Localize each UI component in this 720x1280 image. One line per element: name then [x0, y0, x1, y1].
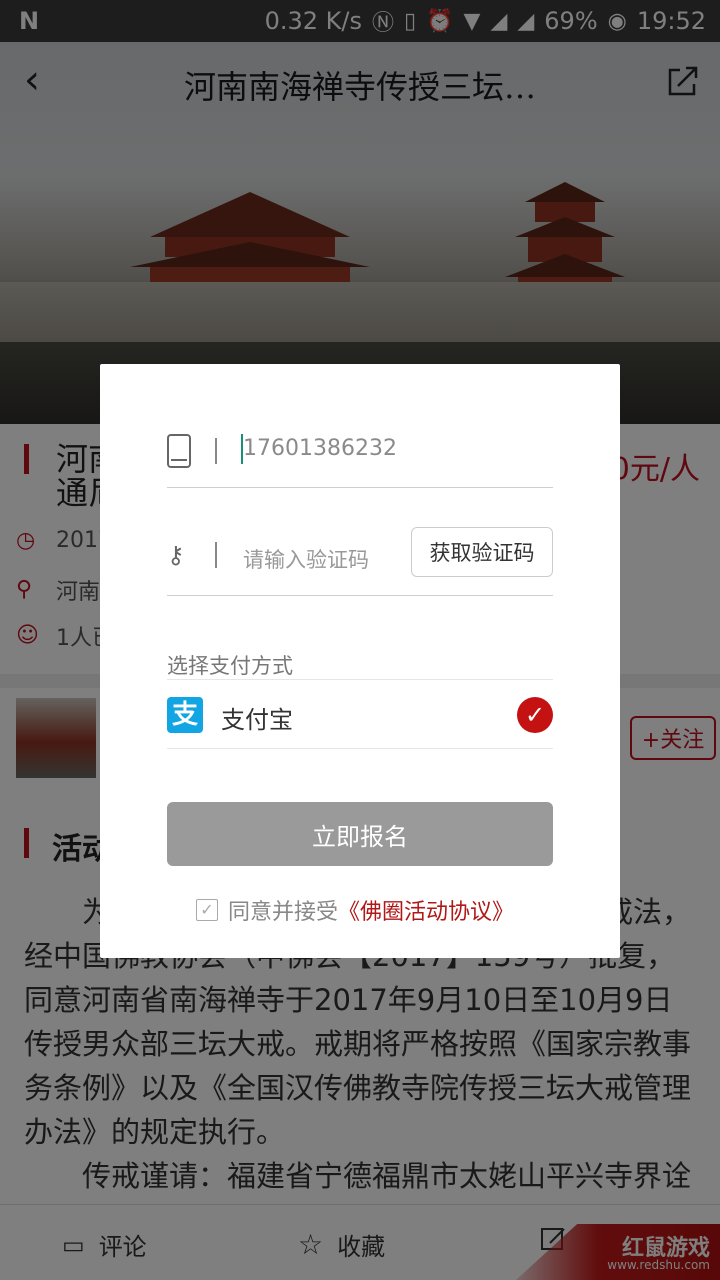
agree-text: 同意并接受 [228, 900, 339, 925]
phone-input[interactable]: 17601386232 [243, 436, 523, 468]
payment-option-label: 支付宝 [221, 706, 293, 734]
agree-checkbox[interactable]: ✓ [196, 899, 218, 921]
alipay-icon: 支 [167, 697, 203, 733]
payment-option-alipay[interactable]: 支 支付宝 ✓ [167, 679, 553, 749]
get-code-button[interactable]: 获取验证码 [411, 527, 553, 577]
register-button[interactable]: 立即报名 [167, 802, 553, 866]
field-separator [215, 438, 217, 464]
code-input[interactable]: 请输入验证码 [243, 544, 369, 574]
agreement-row: ✓ 同意并接受 《佛圈活动协议》 [196, 894, 514, 926]
registration-dialog: 17601386232 ⚷ 请输入验证码 获取验证码 选择支付方式 支 支付宝 … [100, 364, 620, 958]
verification-code-field[interactable]: ⚷ 请输入验证码 获取验证码 [167, 524, 553, 596]
field-separator [215, 542, 217, 568]
key-icon: ⚷ [167, 541, 185, 569]
checkmark-icon[interactable]: ✓ [517, 697, 553, 733]
phone-field[interactable]: 17601386232 [167, 424, 553, 488]
payment-method-title: 选择支付方式 [167, 654, 293, 678]
phone-icon [167, 434, 191, 468]
agreement-link[interactable]: 《佛圈活动协议》 [338, 894, 514, 926]
